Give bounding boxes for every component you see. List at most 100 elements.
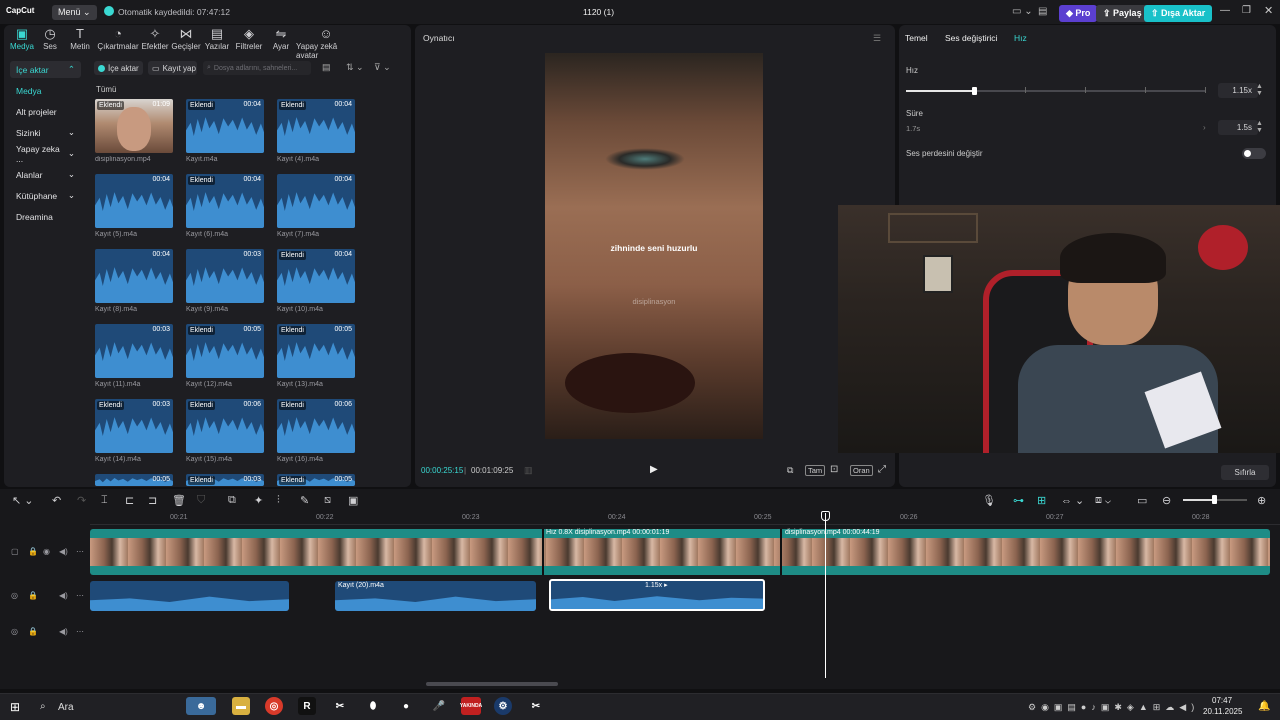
close-icon[interactable]: ✕: [1264, 4, 1273, 17]
magnet-icon[interactable]: ⊶: [1013, 494, 1024, 507]
media-item[interactable]: Eklendi 00:03: [186, 474, 264, 486]
sidebar-item[interactable]: İçe aktar ⌃: [10, 61, 81, 78]
split-icon[interactable]: ⌶: [101, 494, 108, 507]
maximize-icon[interactable]: ❐: [1242, 5, 1251, 16]
import-button[interactable]: İçe aktar: [94, 61, 143, 75]
media-search[interactable]: ⌕ Dosya adlarını, sahneleri...: [203, 61, 311, 75]
media-item[interactable]: Eklendi 00:05: [277, 324, 355, 378]
tab-speed[interactable]: Hız: [1014, 33, 1027, 43]
toolbar-transitions-tab[interactable]: ⋈ Geçişler: [170, 27, 202, 51]
toolbar-media-tab[interactable]: ▣ Medya: [8, 27, 36, 51]
audio-clip[interactable]: [90, 581, 289, 611]
audio-lock-icon[interactable]: 🔒: [28, 591, 38, 600]
toolbar-ai-avatar-tab[interactable]: ☺ Yapay zekâ avatar: [296, 27, 356, 60]
mic-app-icon[interactable]: 🎤: [430, 697, 448, 715]
speed-input[interactable]: 1.15x: [1218, 83, 1258, 98]
shield-icon[interactable]: ⛉: [197, 494, 205, 507]
audio-adjust-icon[interactable]: ⫶: [277, 494, 280, 507]
timeline-scrollbar[interactable]: [426, 682, 558, 686]
ai-effect-icon[interactable]: ✦: [254, 494, 263, 507]
media-item[interactable]: 00:05: [95, 474, 173, 486]
playhead-handle[interactable]: [821, 511, 830, 521]
shortcut-icon[interactable]: ▤: [1038, 6, 1047, 17]
media-item[interactable]: Eklendi 01:09: [95, 99, 173, 153]
freeze-icon[interactable]: ✎: [300, 494, 309, 507]
tab-voice-changer[interactable]: Ses değiştirici: [945, 33, 997, 43]
media-item[interactable]: Eklendi 00:03: [95, 399, 173, 453]
duration-stepper-icon[interactable]: ▲ ▼: [1256, 120, 1263, 134]
timeline-ruler[interactable]: [90, 511, 1280, 525]
track-more-icon[interactable]: ⋯: [76, 547, 84, 556]
sidebar-item[interactable]: Medya: [10, 82, 81, 99]
snapshot-icon[interactable]: ⊡: [830, 464, 838, 475]
file-explorer-icon[interactable]: ▬: [232, 697, 250, 715]
sidebar-item[interactable]: Alanlar ⌄: [10, 166, 81, 183]
audio2-more-icon[interactable]: ⋯: [76, 627, 84, 636]
minimize-icon[interactable]: —: [1220, 5, 1230, 16]
play-icon[interactable]: ▶: [650, 464, 658, 475]
video-clip-track[interactable]: [90, 529, 1270, 575]
snap-icon[interactable]: ⧈ ⌄: [1095, 494, 1111, 507]
media-item[interactable]: Eklendi 00:06: [186, 399, 264, 453]
media-item[interactable]: 00:04: [277, 174, 355, 228]
share-button[interactable]: ⇪ Paylaş: [1096, 5, 1149, 22]
system-tray-icons[interactable]: ⚙◉▣▤●♪▣✱◈▲⊞☁◀): [1028, 702, 1199, 713]
media-item[interactable]: Eklendi 00:04: [277, 99, 355, 153]
zoom-out-icon[interactable]: ⊖: [1162, 494, 1171, 507]
tab-basic[interactable]: Temel: [905, 33, 928, 43]
mirror-icon[interactable]: ⧅: [324, 494, 331, 507]
sidebar-item[interactable]: Yapay zeka ... ⌄: [10, 144, 81, 164]
audio2-lock-icon[interactable]: 🔒: [28, 627, 38, 636]
track-cover-icon[interactable]: ▢: [11, 547, 19, 556]
taskbar-widget-icon[interactable]: ☻: [186, 697, 216, 715]
sidebar-item[interactable]: Dreamina: [10, 208, 81, 225]
delete-icon[interactable]: 🗑: [172, 494, 186, 507]
speed-stepper-icon[interactable]: ▲ ▼: [1256, 83, 1263, 97]
sidebar-item[interactable]: Sizinki ⌄: [10, 124, 81, 141]
reset-button[interactable]: Sıfırla: [1221, 465, 1269, 480]
sidebar-item[interactable]: Kütüphane ⌄: [10, 187, 81, 204]
sidebar-item[interactable]: Alt projeler: [10, 103, 81, 120]
notification-icon[interactable]: 🔔: [1258, 701, 1270, 712]
capcut-taskbar-icon[interactable]: ✂: [331, 697, 349, 715]
toolbar-adjust-tab[interactable]: ⇋ Ayar: [266, 27, 296, 51]
timecode-toggle-icon[interactable]: ▥: [524, 465, 533, 476]
duration-input[interactable]: 1.5s: [1218, 120, 1258, 135]
track-visible-icon[interactable]: ◉: [43, 547, 50, 556]
media-replace-icon[interactable]: ⧉: [228, 494, 236, 507]
windows-start-icon[interactable]: ⊞: [10, 700, 20, 714]
media-item[interactable]: Eklendi 00:04: [186, 174, 264, 228]
undo-icon[interactable]: ↶: [52, 494, 61, 507]
toolbar-effects-tab[interactable]: ✧ Efektler: [140, 27, 170, 51]
app-r-icon[interactable]: R: [298, 697, 316, 715]
audio2-track-icon[interactable]: ◎: [11, 627, 18, 636]
split-right-icon[interactable]: ⊐: [148, 494, 157, 507]
crop-timeline-icon[interactable]: ▣: [348, 494, 358, 507]
audio2-mute-icon[interactable]: ◀): [59, 627, 68, 636]
toolbar-text-tab[interactable]: T Metin: [64, 27, 96, 51]
zoom-in-icon[interactable]: ⊕: [1257, 494, 1266, 507]
taskbar-search-icon[interactable]: ⌕: [40, 701, 46, 712]
pro-button[interactable]: ◆ Pro: [1059, 5, 1098, 22]
toolbar-sticker-tab[interactable]: ◔ Çıkartmalar: [96, 27, 140, 51]
audio-more-icon[interactable]: ⋯: [76, 591, 84, 600]
captions-timeline-icon[interactable]: ▭: [1137, 494, 1147, 507]
crop-icon[interactable]: ⧉: [787, 465, 793, 476]
speed-slider-thumb[interactable]: [972, 87, 977, 95]
split-left-icon[interactable]: ⊏: [125, 494, 134, 507]
sort-icon[interactable]: ⇅ ⌄: [346, 62, 364, 73]
track-lock-icon[interactable]: 🔒: [28, 547, 38, 556]
select-tool-icon[interactable]: ↖ ⌄: [12, 494, 34, 507]
player-menu-icon[interactable]: ☰: [873, 33, 881, 44]
media-item[interactable]: Eklendi 00:06: [277, 399, 355, 453]
zoom-slider-thumb[interactable]: [1212, 495, 1217, 504]
toolbar-captions-tab[interactable]: ▤ Yazılar: [202, 27, 232, 51]
toolbar-filters-tab[interactable]: ◈ Filtreler: [232, 27, 266, 51]
pitch-toggle[interactable]: [1242, 148, 1266, 159]
redo-icon[interactable]: ↷: [77, 494, 86, 507]
steam-game-badge[interactable]: YAKINDA: [460, 697, 482, 715]
audio-track-icon[interactable]: ◎: [11, 591, 18, 600]
media-item[interactable]: Eklendi 00:04: [277, 249, 355, 303]
video-frame[interactable]: zihninde seni huzurlu disiplinasyon: [545, 53, 763, 439]
fullscreen-icon[interactable]: ⤢: [878, 464, 886, 475]
